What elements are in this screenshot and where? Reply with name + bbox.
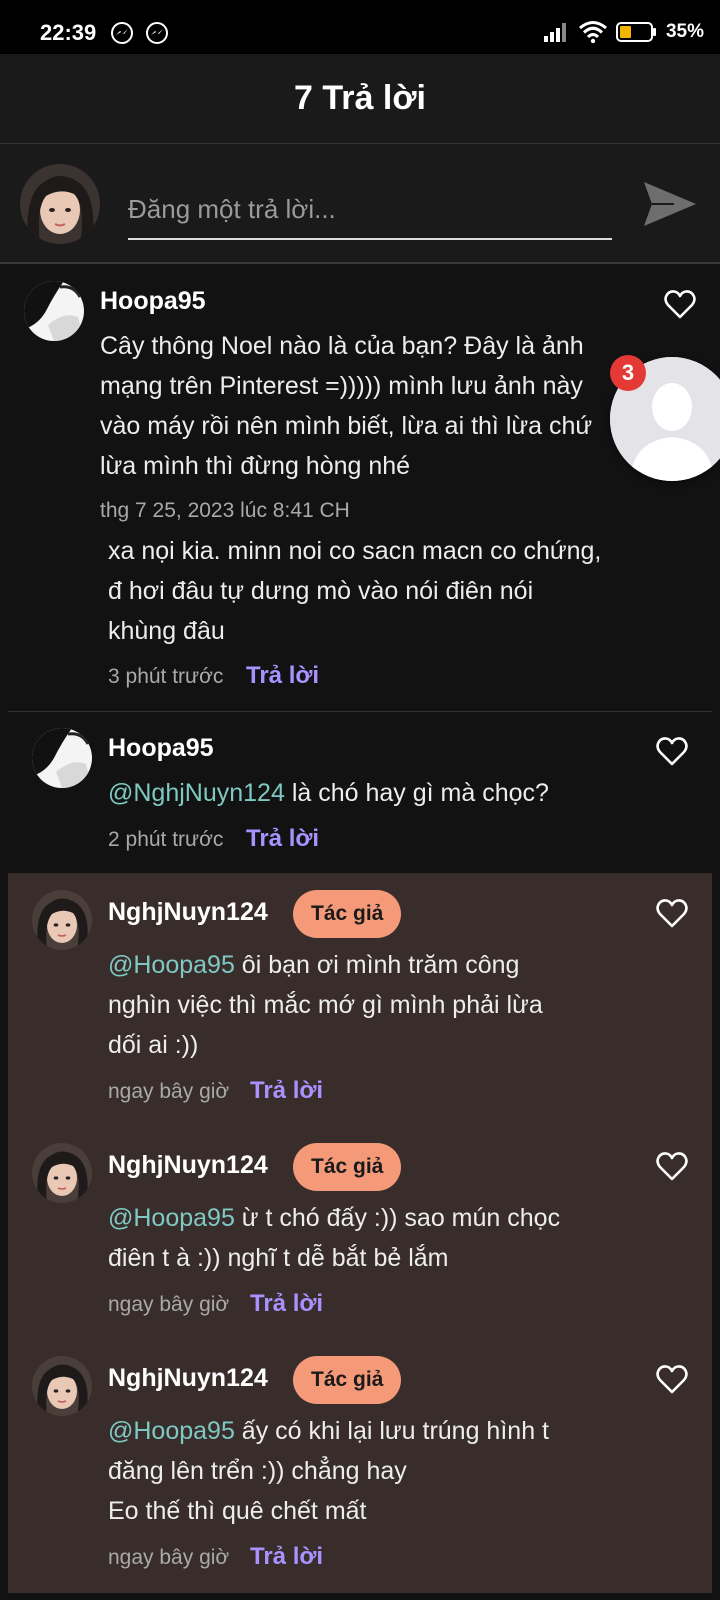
messenger-icon [111, 22, 133, 44]
status-indicators: 35% [542, 20, 704, 44]
comment-username[interactable]: Hoopa95 [108, 734, 214, 763]
comment-username[interactable]: NghjNuyn124 [108, 898, 268, 927]
comment-timestamp: 2 phút trước [108, 828, 224, 851]
comment-timestamp: ngay bây giờ [108, 1546, 230, 1569]
reply-button[interactable]: Trả lời [250, 1290, 323, 1318]
status-bar: 22:39 35% [0, 0, 720, 54]
reply-button[interactable]: Trả lời [246, 662, 319, 690]
heart-icon[interactable] [655, 735, 689, 769]
mention-link[interactable]: @Hoopa95 [108, 951, 235, 979]
heart-icon[interactable] [655, 1150, 689, 1184]
author-badge: Tác giả [293, 890, 402, 938]
comment-timestamp: ngay bây giờ [108, 1080, 230, 1103]
header: 7 Trả lời [0, 54, 720, 144]
mention-link[interactable]: @Hoopa95 [108, 1204, 235, 1232]
signal-icon [543, 23, 566, 42]
comment-text: @NghjNuyn124 là chó hay gì mà chọc? [108, 779, 549, 807]
wifi-icon [579, 21, 607, 44]
author-badge: Tác giả [293, 1356, 402, 1404]
reply-button[interactable]: Trả lời [250, 1543, 323, 1571]
comment-text: @Hoopa95 ấy có khi lại lưu trúng hình t … [108, 1417, 549, 1485]
mention-link[interactable]: @Hoopa95 [108, 1417, 235, 1445]
comment-text: @Hoopa95 ừ t chó đấy :)) sao mún chọc đi… [108, 1204, 561, 1272]
avatar [32, 1356, 92, 1416]
comment-timestamp: ngay bây giờ [108, 1293, 230, 1316]
comment-username[interactable]: Hoopa95 [100, 287, 206, 316]
comment-text: xa nọi kia. minn noi co sacn macn co chứ… [108, 537, 602, 645]
compose-bar [0, 144, 720, 264]
status-time: 22:39 [40, 20, 97, 45]
page-title: 7 Trả lời [294, 79, 426, 117]
user-avatar [20, 164, 100, 244]
comment-timestamp: 3 phút trước [108, 665, 224, 688]
comment-username[interactable]: NghjNuyn124 [108, 1151, 268, 1180]
reply-button[interactable]: Trả lời [250, 1077, 323, 1105]
battery-icon [615, 22, 656, 42]
avatar [32, 890, 92, 950]
battery-percent: 35% [665, 21, 704, 42]
mention-link[interactable]: @NghjNuyn124 [108, 779, 285, 807]
comment-text: @Hoopa95 ôi bạn ơi mình trăm công nghìn … [108, 951, 543, 1059]
heart-icon[interactable] [655, 1363, 689, 1397]
notification-count-badge: 3 [610, 355, 646, 391]
avatar [32, 728, 92, 788]
comment-timestamp: thg 7 25, 2023 lúc 8:41 CH [100, 499, 350, 522]
comment-username[interactable]: NghjNuyn124 [108, 1364, 268, 1393]
comment-text-line: Eo thế thì quê chết mất [108, 1497, 367, 1525]
author-badge: Tác giả [293, 1143, 402, 1191]
reply-input[interactable] [128, 180, 612, 240]
heart-icon[interactable] [663, 288, 697, 322]
divider [8, 711, 712, 712]
send-icon[interactable] [640, 174, 700, 234]
avatar [32, 1143, 92, 1203]
comment-text: Cây thông Noel nào là của bạn? Đây là ản… [100, 332, 593, 480]
reply-button[interactable]: Trả lời [246, 825, 319, 853]
avatar [24, 281, 84, 341]
messenger-icon [146, 22, 168, 44]
heart-icon[interactable] [655, 897, 689, 931]
